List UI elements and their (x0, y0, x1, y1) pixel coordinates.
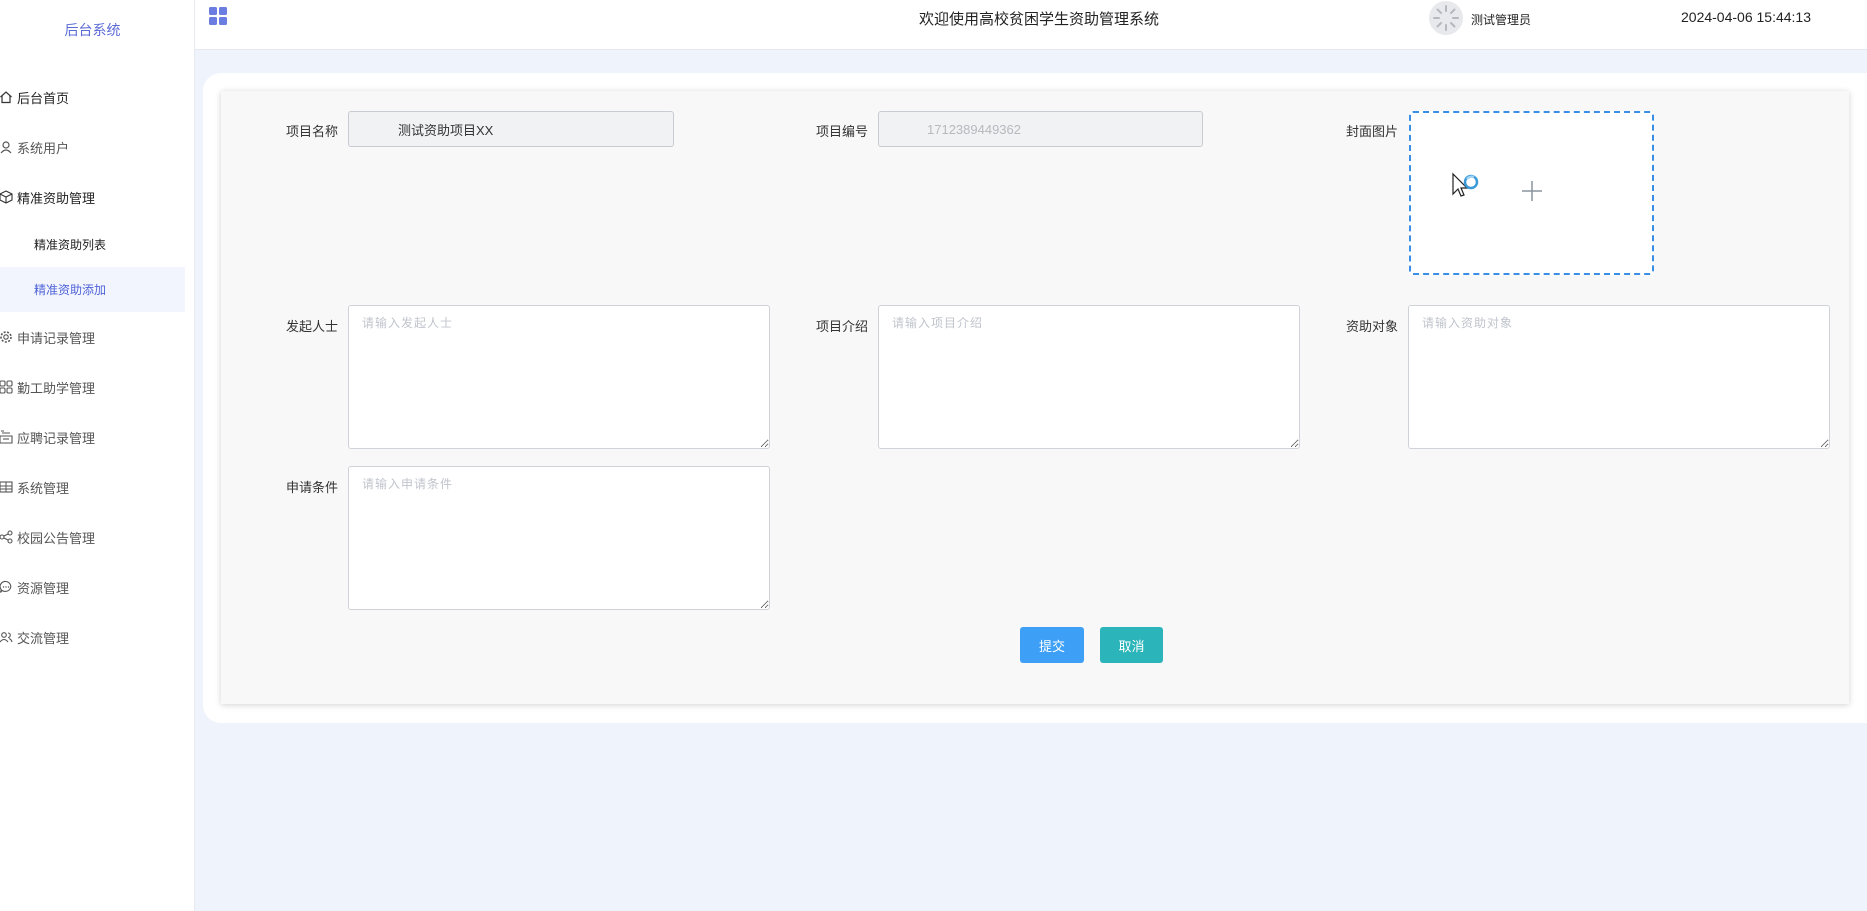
sidebar-item-recruitment[interactable]: 应聘记录管理 (0, 412, 185, 462)
page-title: 欢迎使用高校贫困学生资助管理系统 (918, 11, 1159, 28)
project-code-input[interactable] (878, 111, 1203, 147)
sidebar-item-label: 应聘记录管理 (17, 430, 96, 446)
cover-image-label: 封面图片 (1345, 124, 1398, 139)
sidebar-item-label: 后台首页 (17, 90, 70, 106)
table-icon (0, 479, 14, 495)
inbox-icon (0, 429, 14, 445)
project-code-label: 项目编号 (815, 124, 868, 139)
sidebar-item-label: 精准资助管理 (17, 190, 96, 206)
top-header: 欢迎使用高校贫困学生资助管理系统 测试管理员 2024-04-06 15:44:… (195, 0, 1867, 50)
sidebar-item-exchange[interactable]: 交流管理 (0, 612, 185, 662)
sidebar-item-users[interactable]: 系统用户 (0, 122, 185, 172)
sidebar-item-aid-management[interactable]: 精准资助管理 (0, 172, 185, 222)
sidebar-item-label: 资源管理 (17, 580, 70, 596)
users-icon (0, 629, 14, 645)
sidebar-logo: 后台系统 (64, 22, 121, 38)
sidebar-item-label: 系统用户 (17, 140, 70, 156)
share-icon (0, 529, 14, 545)
sidebar-menu: 后台首页 系统用户 精准资助管理 精准资助列表 精准资助添加 申请记录管理 勤工… (0, 72, 185, 662)
sidebar-item-label: 交流管理 (17, 630, 70, 646)
gear-icon (0, 329, 14, 345)
sidebar-item-announcements[interactable]: 校园公告管理 (0, 512, 185, 562)
user-icon (0, 139, 14, 155)
sidebar-subitem-aid-add[interactable]: 精准资助添加 (0, 267, 185, 312)
conditions-textarea[interactable] (348, 466, 770, 610)
project-name-input[interactable] (348, 111, 674, 147)
sidebar-item-label: 系统管理 (17, 480, 70, 496)
grid-icon (0, 379, 14, 395)
avatar[interactable] (1429, 1, 1463, 35)
cancel-button[interactable]: 取消 (1100, 627, 1163, 663)
sidebar-item-home[interactable]: 后台首页 (0, 72, 185, 122)
sidebar-item-label: 校园公告管理 (17, 530, 96, 546)
sidebar-item-applications[interactable]: 申请记录管理 (0, 312, 185, 362)
sidebar-subitem-label: 精准资助添加 (34, 283, 107, 297)
sidebar: 后台系统 后台首页 系统用户 精准资助管理 精准资助列表 精准资助添加 申请记录… (0, 0, 195, 911)
project-intro-label: 项目介绍 (815, 319, 868, 334)
initiator-label: 发起人士 (285, 319, 338, 334)
sidebar-subitem-label: 精准资助列表 (34, 238, 107, 252)
project-name-label: 项目名称 (285, 124, 338, 139)
conditions-label: 申请条件 (285, 480, 338, 495)
chat-icon (0, 579, 14, 595)
project-intro-textarea[interactable] (878, 305, 1300, 449)
plus-icon (1521, 180, 1543, 202)
cube-icon (0, 189, 14, 205)
aid-target-label: 资助对象 (1345, 319, 1398, 334)
header-datetime: 2024-04-06 15:44:13 (1681, 9, 1811, 25)
aid-target-textarea[interactable] (1408, 305, 1830, 449)
home-icon (0, 89, 14, 105)
sidebar-subitem-aid-list[interactable]: 精准资助列表 (0, 222, 185, 267)
sidebar-item-work-study[interactable]: 勤工助学管理 (0, 362, 185, 412)
sidebar-item-label: 勤工助学管理 (17, 380, 96, 396)
submit-button[interactable]: 提交 (1020, 627, 1084, 663)
sidebar-item-system[interactable]: 系统管理 (0, 462, 185, 512)
sidebar-item-resources[interactable]: 资源管理 (0, 562, 185, 612)
busy-cursor-icon (1451, 172, 1481, 208)
sidebar-item-label: 申请记录管理 (17, 330, 96, 346)
initiator-textarea[interactable] (348, 305, 770, 449)
current-user-name[interactable]: 测试管理员 (1471, 11, 1531, 28)
